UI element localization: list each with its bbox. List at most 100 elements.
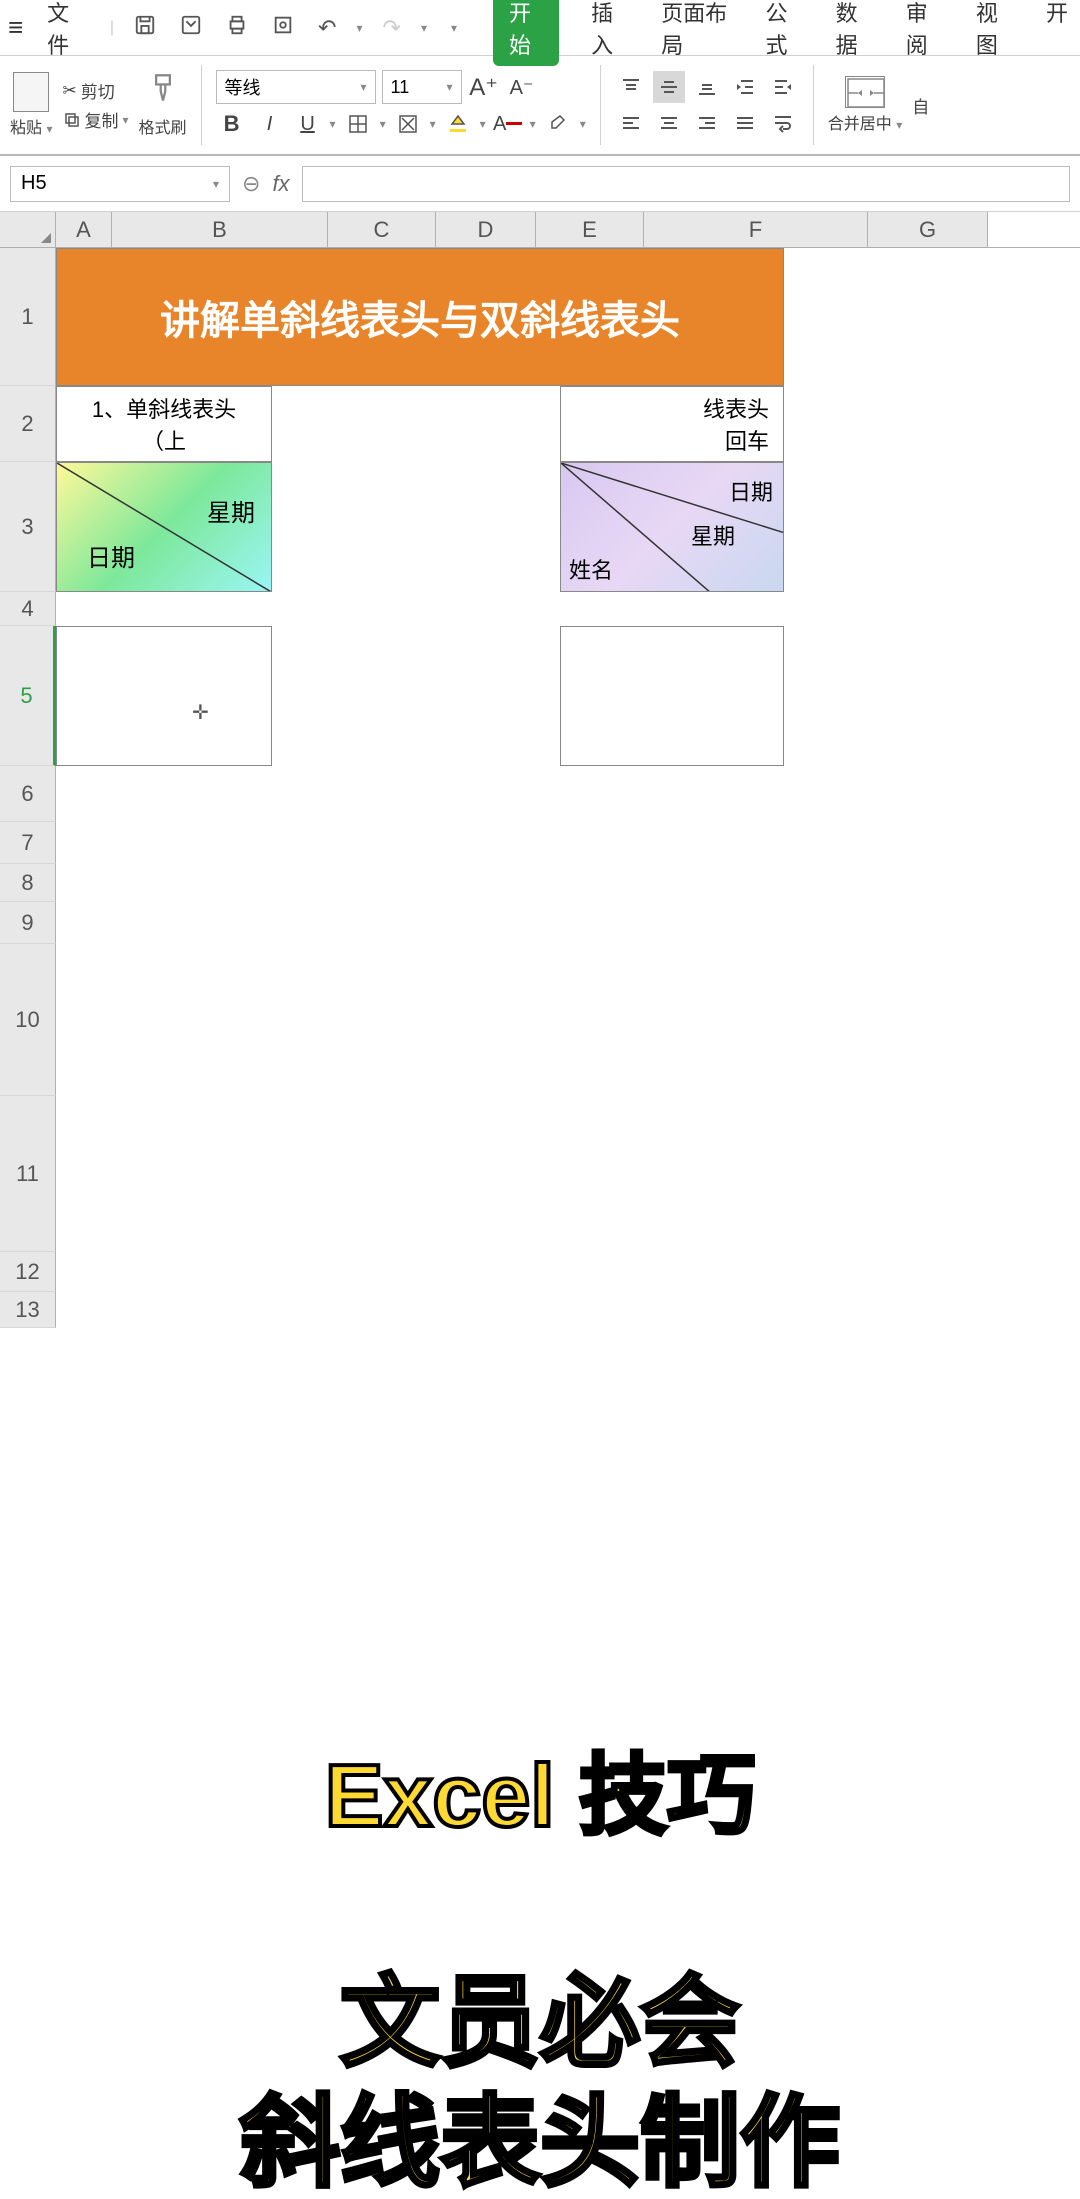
- align-middle-icon[interactable]: [653, 71, 685, 103]
- row-headers: 1 2 3 4 5 6 7 8 9 10 11 12 13: [0, 248, 56, 1328]
- diag2-date: 日期: [729, 475, 773, 507]
- decrease-font-icon[interactable]: A⁻: [506, 71, 538, 103]
- row-header-5[interactable]: 5: [0, 626, 56, 766]
- brush-icon: [149, 73, 177, 112]
- col-header-A[interactable]: A: [56, 212, 112, 247]
- sub1-line2: （上: [142, 424, 186, 456]
- cell-reference: H5: [21, 172, 47, 195]
- row-header-9[interactable]: 9: [0, 902, 56, 944]
- row-header-11[interactable]: 11: [0, 1096, 56, 1252]
- save-as-icon[interactable]: [176, 10, 206, 46]
- title-cell[interactable]: 讲解单斜线表头与双斜线表头: [56, 248, 784, 386]
- merge-icon: [845, 76, 885, 108]
- align-left-icon[interactable]: [615, 107, 647, 139]
- diag1-weekday: 星期: [207, 493, 255, 528]
- tab-dev[interactable]: 开: [1042, 0, 1072, 66]
- bold-button[interactable]: B: [216, 108, 248, 140]
- indent-increase-icon[interactable]: [767, 71, 799, 103]
- col-header-E[interactable]: E: [536, 212, 644, 247]
- undo-icon[interactable]: ↶: [314, 11, 340, 45]
- merge-cells-button[interactable]: 合并居中 ▾: [828, 76, 903, 134]
- paste-label: 粘贴: [10, 120, 42, 137]
- preview-icon[interactable]: [268, 10, 298, 46]
- col-header-B[interactable]: B: [112, 212, 328, 247]
- row-header-7[interactable]: 7: [0, 822, 56, 864]
- tab-data[interactable]: 数据: [832, 0, 874, 66]
- col-header-F[interactable]: F: [644, 212, 868, 247]
- formula-bar: H5▾ ⊖ fx: [0, 156, 1080, 212]
- tab-review[interactable]: 审阅: [902, 0, 944, 66]
- font-size-select[interactable]: 11▾: [382, 70, 462, 104]
- col-header-G[interactable]: G: [868, 212, 988, 247]
- font-color-button[interactable]: A: [492, 108, 524, 140]
- formula-input[interactable]: [302, 166, 1070, 202]
- name-box[interactable]: H5▾: [10, 166, 230, 202]
- wrap-text-icon[interactable]: [767, 107, 799, 139]
- row-header-3[interactable]: 3: [0, 462, 56, 592]
- underline-button[interactable]: U: [292, 108, 324, 140]
- border-button[interactable]: [342, 108, 374, 140]
- redo-dropdown[interactable]: ▾: [421, 21, 427, 35]
- row-header-1[interactable]: 1: [0, 248, 56, 386]
- font-name-value: 等线: [225, 74, 261, 100]
- empty-cell-f5[interactable]: [560, 626, 784, 766]
- overlay-line1: Excel 技巧: [325, 1748, 755, 1845]
- align-justify-icon[interactable]: [729, 107, 761, 139]
- format-painter-button[interactable]: 格式刷: [139, 73, 187, 138]
- tab-formula[interactable]: 公式: [762, 0, 804, 66]
- subtitle-1-cell[interactable]: 1、单斜线表头 （上: [56, 386, 272, 462]
- row-header-2[interactable]: 2: [0, 386, 56, 462]
- save-icon[interactable]: [130, 10, 160, 46]
- menubar: ≡ 文件 | ↶ ▾ ↷ ▾ ▾ 开始 插入 页面布局 公式 数据 审阅 视图 …: [0, 0, 1080, 56]
- align-top-icon[interactable]: [615, 71, 647, 103]
- tab-start[interactable]: 开始: [493, 0, 559, 66]
- diag2-name: 姓名: [569, 553, 613, 585]
- hamburger-icon[interactable]: ≡: [8, 12, 23, 43]
- cells-area[interactable]: 讲解单斜线表头与双斜线表头 1、单斜线表头 （上 线表头 回车 星期 日期 日期…: [56, 248, 1080, 1328]
- fx-label[interactable]: fx: [272, 171, 289, 197]
- row-header-6[interactable]: 6: [0, 766, 56, 822]
- sub1-line1: 1、单斜线表头: [92, 392, 236, 424]
- format-painter-label: 格式刷: [139, 114, 187, 138]
- column-headers: A B C D E F G: [0, 212, 1080, 248]
- subtitle-2-cell[interactable]: 线表头 回车: [560, 386, 784, 462]
- paste-button[interactable]: 粘贴 ▾: [10, 72, 53, 138]
- fill-effect-button[interactable]: [392, 108, 424, 140]
- sub2-line2: 回车: [725, 424, 769, 456]
- undo-dropdown[interactable]: ▾: [356, 21, 362, 35]
- indent-decrease-icon[interactable]: [729, 71, 761, 103]
- align-center-icon[interactable]: [653, 107, 685, 139]
- file-menu[interactable]: 文件: [39, 0, 94, 64]
- zoom-out-icon[interactable]: ⊖: [242, 171, 260, 197]
- select-all-corner[interactable]: [0, 212, 56, 247]
- align-right-icon[interactable]: [691, 107, 723, 139]
- font-name-select[interactable]: 等线▾: [216, 70, 376, 104]
- clear-format-button[interactable]: [542, 108, 574, 140]
- fill-color-button[interactable]: [442, 108, 474, 140]
- copy-button[interactable]: 复制 ▾: [63, 107, 129, 132]
- tab-layout[interactable]: 页面布局: [657, 0, 733, 66]
- italic-button[interactable]: I: [254, 108, 286, 140]
- overlay-line2: 文员必会: [340, 1968, 740, 2078]
- row-header-12[interactable]: 12: [0, 1252, 56, 1292]
- qat-dropdown[interactable]: ▾: [451, 21, 457, 35]
- row-header-13[interactable]: 13: [0, 1292, 56, 1328]
- col-header-D[interactable]: D: [436, 212, 536, 247]
- tab-insert[interactable]: 插入: [587, 0, 629, 66]
- align-bottom-icon[interactable]: [691, 71, 723, 103]
- redo-icon[interactable]: ↷: [379, 11, 405, 45]
- increase-font-icon[interactable]: A⁺: [468, 71, 500, 103]
- col-header-C[interactable]: C: [328, 212, 436, 247]
- cut-button[interactable]: ✂ 剪切: [63, 78, 129, 103]
- row-header-4[interactable]: 4: [0, 592, 56, 626]
- print-icon[interactable]: [222, 10, 252, 46]
- font-size-value: 11: [391, 77, 410, 98]
- empty-cell-b5[interactable]: [56, 626, 272, 766]
- row-header-10[interactable]: 10: [0, 944, 56, 1096]
- single-diagonal-cell[interactable]: 星期 日期: [56, 462, 272, 592]
- tab-view[interactable]: 视图: [972, 0, 1014, 66]
- double-diagonal-cell[interactable]: 日期 星期 姓名: [560, 462, 784, 592]
- spreadsheet-grid: A B C D E F G 1 2 3 4 5 6 7 8 9 10 11 12…: [0, 212, 1080, 1328]
- row-header-8[interactable]: 8: [0, 864, 56, 902]
- cut-label: 剪切: [81, 78, 115, 103]
